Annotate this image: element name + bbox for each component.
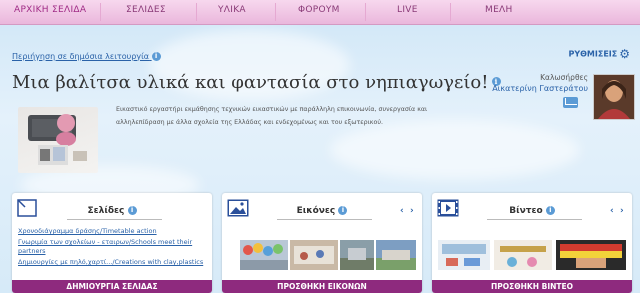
nav-separator [100, 3, 101, 21]
image-thumbnail[interactable] [290, 240, 338, 270]
image-thumbnail[interactable] [240, 240, 288, 270]
info-icon[interactable]: i [151, 52, 161, 61]
list-item[interactable]: Χρονοδιάγραμμα δράσης/Timetable action [18, 227, 206, 236]
top-nav: ΑΡΧΙΚΗ ΣΕΛΙΔΑ ΣΕΛΙΔΕΣ ΥΛΙΚΑ ΦΟΡΟΥΜ LIVE … [0, 0, 640, 25]
info-icon[interactable]: i [545, 206, 555, 215]
page-title-text: Μια βαλίτσα υλικά και φαντασία στο νηπια… [12, 72, 489, 93]
images-panel: Εικόνες i ‹ › ΠΡΟΣΘΗΚΗ ΕΙΚΟΝΩΝ [222, 193, 422, 293]
background-cloud [330, 120, 580, 180]
chevron-left-icon[interactable]: ‹ [400, 206, 404, 216]
nav-forum[interactable]: ΦΟΡΟΥΜ [298, 5, 340, 15]
add-video-button[interactable]: ΠΡΟΣΘΗΚΗ ΒΙΝΤΕΟ [432, 280, 632, 293]
image-thumbnail[interactable] [340, 240, 374, 270]
videos-panel: Βίντεο i ‹ › ΠΡΟΣΘΗΚΗ ΒΙΝΤΕΟ [432, 193, 632, 293]
video-thumbnail[interactable] [438, 240, 490, 270]
public-view-link[interactable]: Περιήγηση σε δημόσια λειτουργία i [12, 52, 161, 61]
list-item[interactable]: Δημιουργίες με πηλό,χαρτί.../Creations w… [18, 258, 206, 267]
image-thumbnail[interactable] [376, 240, 416, 270]
videos-panel-title: Βίντεο i [432, 206, 632, 216]
project-photo [18, 107, 98, 173]
images-panel-title-text: Εικόνες [296, 206, 336, 216]
chevron-left-icon[interactable]: ‹ [610, 206, 614, 216]
avatar[interactable] [593, 74, 635, 120]
pages-list: Χρονοδιάγραμμα δράσης/Timetable action Γ… [18, 227, 206, 269]
nav-pages[interactable]: ΣΕΛΙΔΕΣ [126, 5, 166, 15]
public-view-label: Περιήγηση σε δημόσια λειτουργία [12, 52, 150, 61]
settings-button[interactable]: ΡΥΘΜΙΣΕΙΣ ⚙ [568, 47, 630, 61]
nav-separator [365, 3, 366, 21]
greeting-text: Καλωσήρθες [540, 73, 588, 82]
nav-live[interactable]: LIVE [397, 5, 418, 15]
pages-panel-title: Σελίδες i [12, 206, 212, 216]
video-thumbnail[interactable] [494, 240, 552, 270]
video-thumbnail[interactable] [556, 240, 626, 270]
nav-home[interactable]: ΑΡΧΙΚΗ ΣΕΛΙΔΑ [5, 0, 95, 24]
create-page-button[interactable]: ΔΗΜΙΟΥΡΓΙΑ ΣΕΛΙΔΑΣ [12, 280, 212, 293]
nav-separator [450, 3, 451, 21]
chevron-right-icon[interactable]: › [410, 206, 414, 216]
nav-separator [275, 3, 276, 21]
pages-panel: Σελίδες i Χρονοδιάγραμμα δράσης/Timetabl… [12, 193, 212, 293]
title-underline [277, 219, 372, 220]
nav-separator [196, 3, 197, 21]
settings-label: ΡΥΘΜΙΣΕΙΣ [568, 49, 618, 59]
mail-icon[interactable] [563, 97, 578, 108]
list-item[interactable]: Γνωριμία των σχολείων - εταιρων/Schools … [18, 238, 206, 256]
images-panel-title: Εικόνες i [222, 206, 422, 216]
nav-materials[interactable]: ΥΛΙΚΑ [218, 5, 246, 15]
gear-icon: ⚙ [619, 47, 630, 61]
info-icon[interactable]: i [127, 206, 137, 215]
title-underline [487, 219, 582, 220]
videos-panel-title-text: Βίντεο [509, 206, 543, 216]
page-title: Μια βαλίτσα υλικά και φαντασία στο νηπια… [12, 72, 501, 93]
info-icon[interactable]: i [338, 206, 348, 215]
nav-members[interactable]: ΜΕΛΗ [485, 5, 513, 15]
user-name-link[interactable]: Αικατερίνη Γαστεράτου [488, 84, 588, 93]
add-images-button[interactable]: ΠΡΟΣΘΗΚΗ ΕΙΚΟΝΩΝ [222, 280, 422, 293]
pages-panel-title-text: Σελίδες [87, 206, 125, 216]
title-underline [67, 219, 162, 220]
project-description: Εικαστικό εργαστήρι εκμάθησης τεχνικών ε… [116, 106, 428, 126]
chevron-right-icon[interactable]: › [620, 206, 624, 216]
